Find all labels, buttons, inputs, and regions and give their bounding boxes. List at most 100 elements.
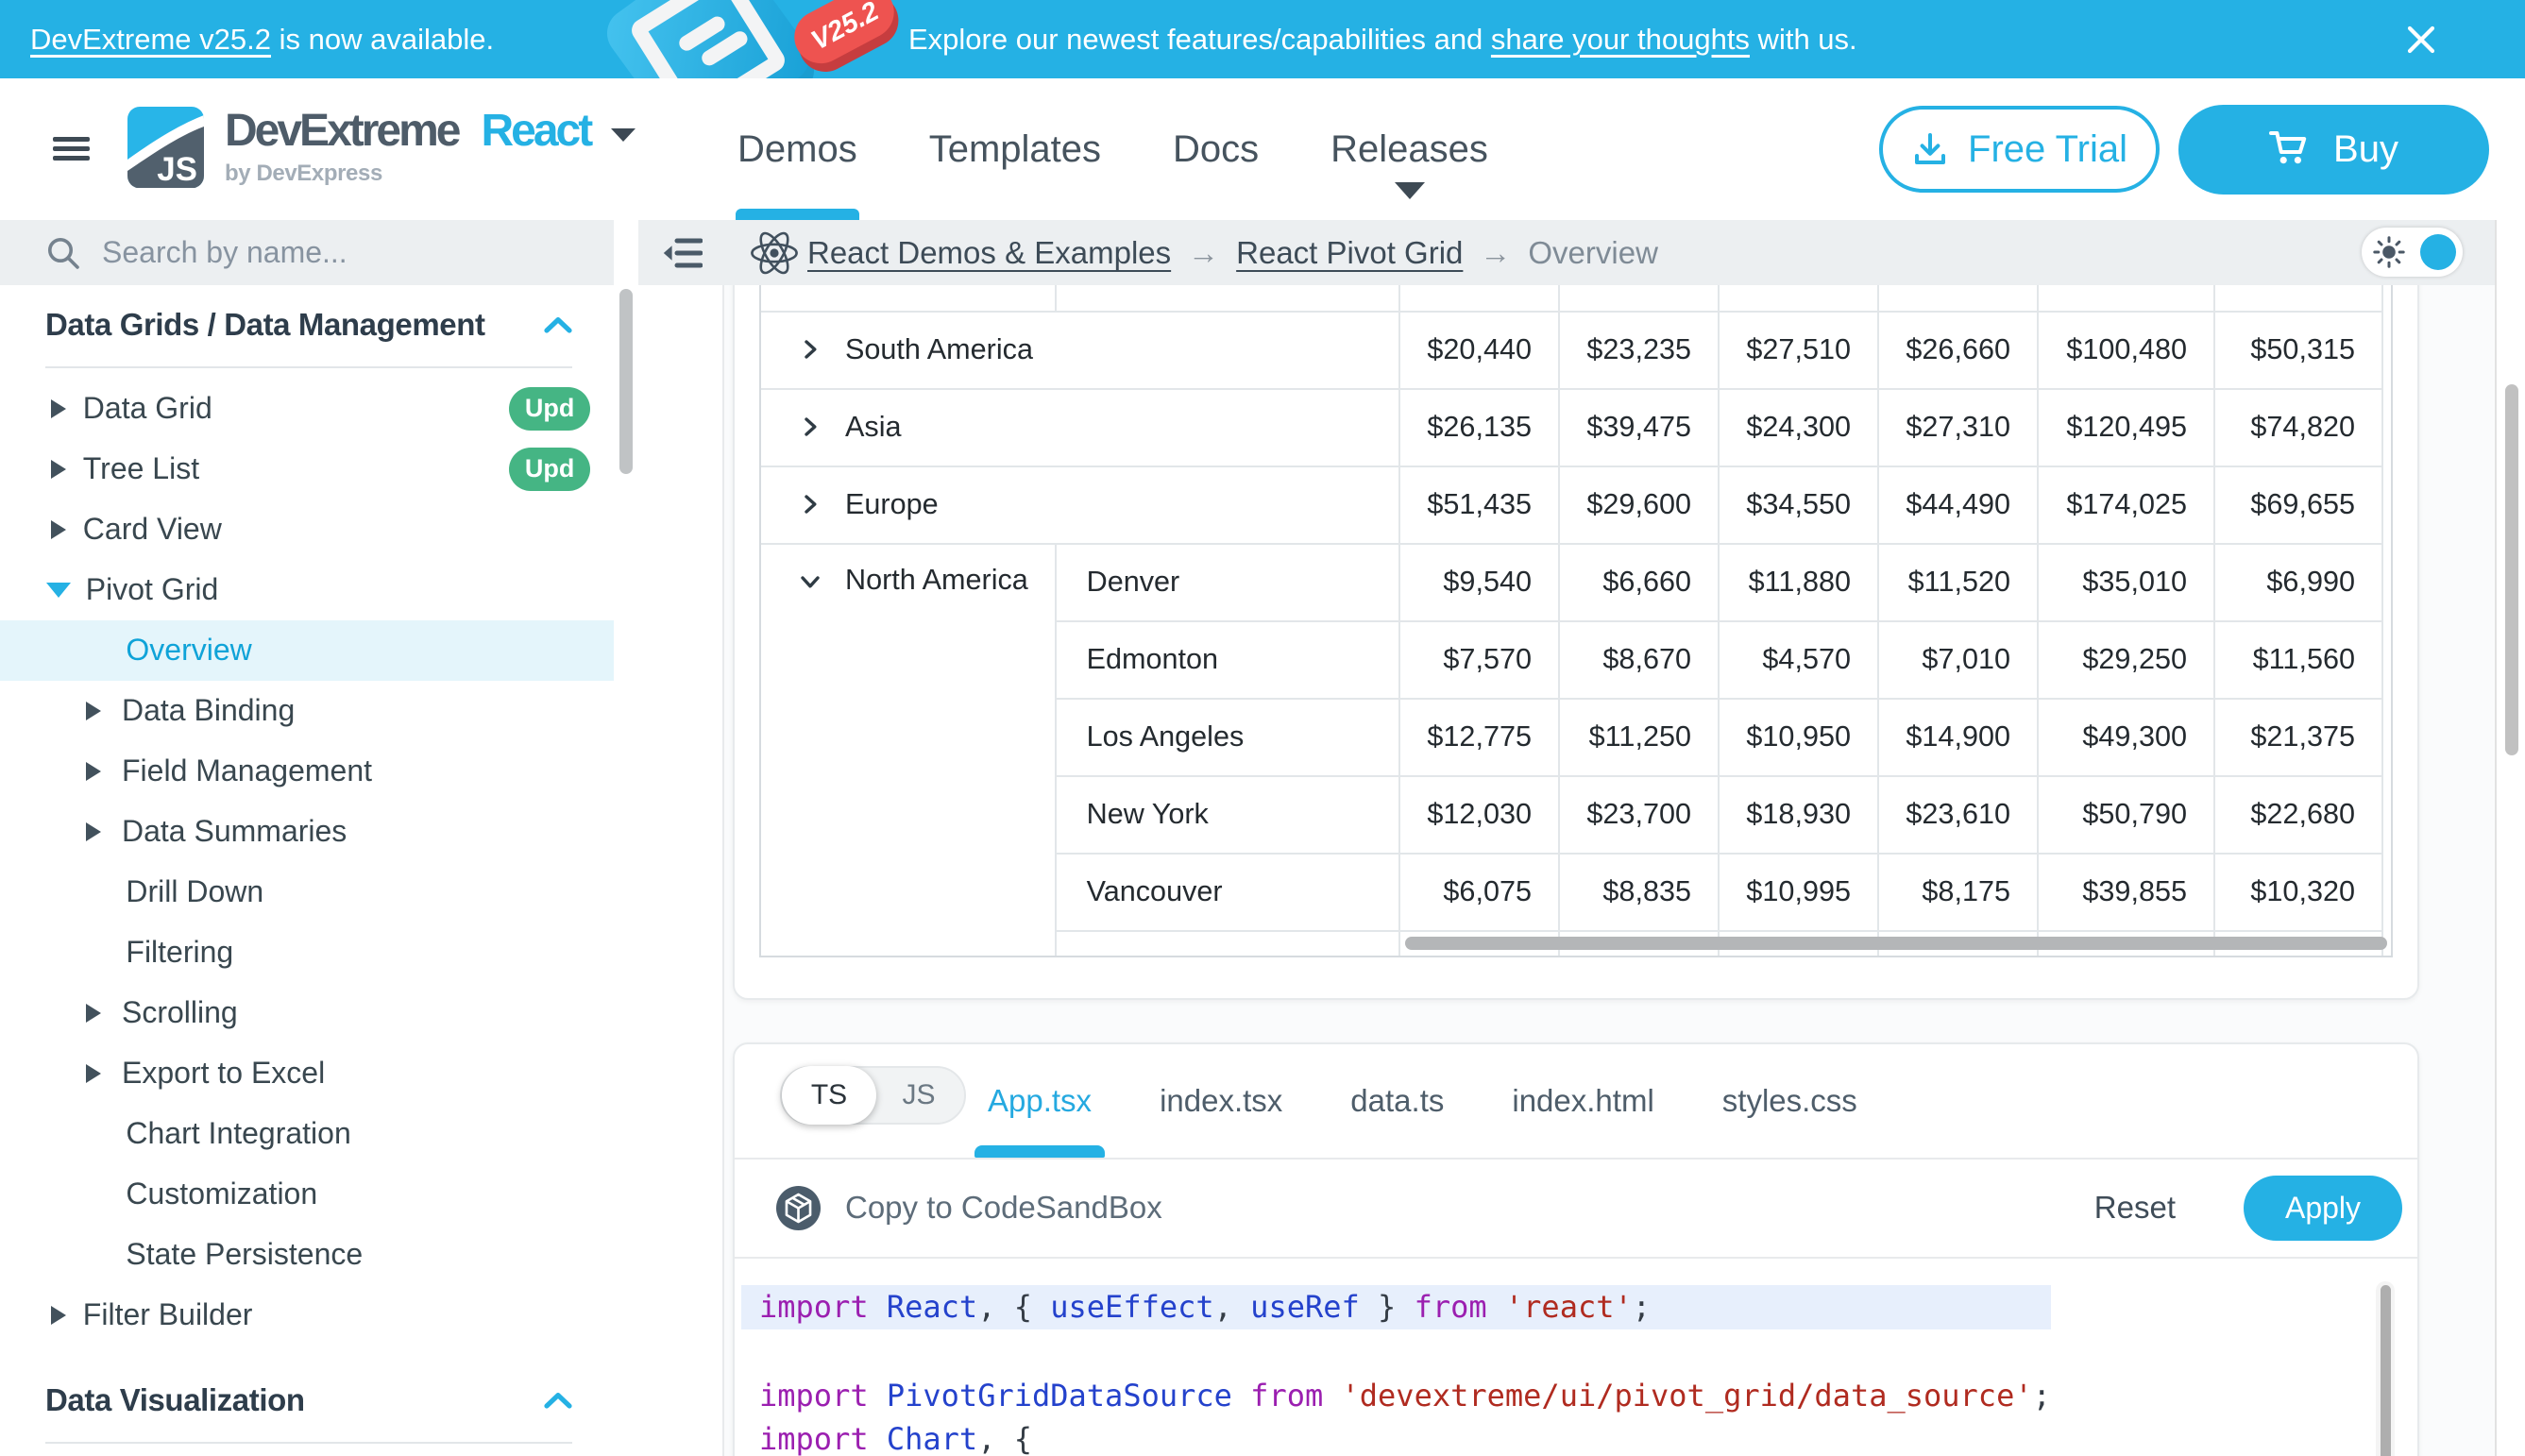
- pivot-city-header[interactable]: Denver: [1055, 543, 1398, 620]
- framework-caret-icon[interactable]: [611, 128, 635, 142]
- pivot-row-label: North America: [845, 564, 1028, 597]
- sidebar-item-data-binding[interactable]: Data Binding: [0, 681, 614, 741]
- breadcrumb-item: Overview: [1528, 235, 1658, 271]
- banner-share-link[interactable]: share your thoughts: [1491, 23, 1750, 57]
- codesandbox-icon: [776, 1186, 821, 1230]
- sun-icon: [2373, 236, 2405, 268]
- pivot-row-label: South America: [845, 333, 1033, 366]
- breadcrumb: React Demos & Examples→React Pivot Grid→…: [807, 235, 1658, 271]
- sidebar-item-customization[interactable]: Customization: [0, 1164, 614, 1225]
- pivot-city-header[interactable]: Los Angeles: [1055, 698, 1398, 775]
- pivot-data-cell: $44,490: [1877, 466, 2037, 543]
- sidebar-item-data-summaries[interactable]: Data Summaries: [0, 802, 614, 862]
- pivot-data-cell: $23,235: [1558, 311, 1718, 388]
- sidebar-item-chart-integration[interactable]: Chart Integration: [0, 1104, 614, 1164]
- pivot-row-header[interactable]: South America: [761, 311, 1398, 388]
- collapse-sidebar-icon: [661, 237, 703, 269]
- sidebar-item-overview[interactable]: Overview: [0, 620, 614, 681]
- copy-to-codesandbox-button[interactable]: Copy to CodeSandBox: [776, 1186, 1162, 1230]
- reset-button[interactable]: Reset: [2094, 1160, 2176, 1258]
- code-editor[interactable]: import React, { useEffect, useRef } from…: [737, 1259, 2415, 1456]
- chevron-up-icon: [544, 1392, 572, 1409]
- sidebar-item-card-view[interactable]: Card View: [0, 499, 614, 560]
- pivot-data-cell: $21,375: [2213, 698, 2381, 775]
- sidebar-splitter[interactable]: [638, 285, 724, 1456]
- sidebar-section-header[interactable]: Data Grids / Data Management: [45, 295, 572, 355]
- pivot-data-cell: $9,540: [1398, 543, 1558, 620]
- promo-banner: DevExtreme v25.2 is now available.: [0, 0, 2525, 78]
- pivot-city-label: New York: [1087, 798, 1209, 831]
- breadcrumb-bar: React Demos & Examples→React Pivot Grid→…: [638, 220, 2495, 285]
- brand-subtitle: by DevExpress: [225, 161, 635, 187]
- buy-button[interactable]: Buy: [2178, 105, 2489, 195]
- sidebar-item-field-management[interactable]: Field Management: [0, 741, 614, 802]
- row-collapsed-chevron-icon[interactable]: [799, 493, 822, 516]
- code-tab-data-ts[interactable]: data.ts: [1316, 1044, 1478, 1158]
- sidebar-item-tree-list[interactable]: Tree ListUpd: [0, 439, 614, 499]
- theme-toggle[interactable]: [2362, 228, 2463, 277]
- language-toggle[interactable]: TS JS: [780, 1066, 966, 1125]
- devextreme-logo[interactable]: JS: [127, 107, 204, 188]
- nav-releases[interactable]: Releases: [1330, 78, 1488, 220]
- breadcrumb-item[interactable]: React Demos & Examples: [807, 235, 1171, 271]
- sidebar-item-label: Export to Excel: [122, 1056, 325, 1091]
- banner-version-link[interactable]: DevExtreme v25.2: [30, 23, 271, 57]
- pivot-horizontal-scrollbar[interactable]: [1405, 937, 2387, 950]
- language-toggle-alt[interactable]: JS: [873, 1068, 964, 1123]
- sidebar-item-state-persistence[interactable]: State Persistence: [0, 1225, 614, 1285]
- sidebar-search[interactable]: [0, 220, 614, 285]
- theme-toggle-knob[interactable]: [2420, 234, 2456, 270]
- code-tab-index-html[interactable]: index.html: [1478, 1044, 1687, 1158]
- sidebar-collapse-button[interactable]: [638, 237, 724, 269]
- pivot-row-header[interactable]: North America: [761, 543, 1055, 957]
- banner-close-icon[interactable]: [2406, 25, 2436, 55]
- code-tab-app-tsx[interactable]: App.tsx: [954, 1044, 1126, 1158]
- pivot-data-cell: $50,315: [2213, 311, 2381, 388]
- sidebar-item-label: Tree List: [83, 451, 199, 486]
- sidebar-item-export-to-excel[interactable]: Export to Excel: [0, 1043, 614, 1104]
- pivot-data-cell: $6,660: [1558, 543, 1718, 620]
- pivot-row-header[interactable]: Asia: [761, 388, 1398, 466]
- nav-templates[interactable]: Templates: [929, 78, 1101, 220]
- pivot-city-header[interactable]: Edmonton: [1055, 620, 1398, 698]
- breadcrumb-item[interactable]: React Pivot Grid: [1236, 235, 1463, 271]
- active-nav-indicator: [736, 209, 859, 220]
- apply-button[interactable]: Apply: [2244, 1176, 2402, 1241]
- code-tab-index-tsx[interactable]: index.tsx: [1126, 1044, 1316, 1158]
- hamburger-menu-icon[interactable]: [53, 137, 90, 161]
- language-toggle-knob[interactable]: TS: [782, 1066, 876, 1125]
- page-scrollbar[interactable]: [2505, 384, 2518, 755]
- page: DevExtreme v25.2 is now available.: [0, 0, 2525, 1456]
- nav-demos[interactable]: Demos: [737, 78, 857, 220]
- brand[interactable]: DevExtreme React by DevExpress: [225, 105, 635, 187]
- nav-docs[interactable]: Docs: [1173, 78, 1259, 220]
- sidebar-item-filter-builder[interactable]: Filter Builder: [0, 1285, 614, 1346]
- sidebar-item-pivot-grid[interactable]: Pivot Grid: [0, 560, 614, 620]
- pivot-city-label: Edmonton: [1087, 643, 1218, 676]
- search-input[interactable]: [102, 235, 555, 270]
- pivot-data-cell: $27,510: [1718, 311, 1877, 388]
- pivot-data-cell: $7,570: [1398, 620, 1558, 698]
- sidebar-item-label: Filter Builder: [83, 1297, 253, 1332]
- sidebar-item-drill-down[interactable]: Drill Down: [0, 862, 614, 923]
- code-scrollbar[interactable]: [2381, 1285, 2391, 1456]
- code-tab-styles-css[interactable]: styles.css: [1688, 1044, 1891, 1158]
- pivot-data-cell: $20,440: [1398, 311, 1558, 388]
- sidebar-item-data-grid[interactable]: Data GridUpd: [0, 379, 614, 439]
- pivot-row-header[interactable]: Europe: [761, 466, 1398, 543]
- row-collapsed-chevron-icon[interactable]: [799, 415, 822, 438]
- pivot-data-cell: $6,075: [1398, 853, 1558, 930]
- sidebar-section-header[interactable]: Data Visualization: [45, 1370, 572, 1431]
- row-expanded-chevron-icon[interactable]: [799, 570, 822, 593]
- sidebar-item-filtering[interactable]: Filtering: [0, 923, 614, 983]
- pivot-city-header[interactable]: New York: [1055, 775, 1398, 853]
- free-trial-button[interactable]: Free Trial: [1879, 106, 2160, 193]
- collapsed-arrow-icon: [51, 520, 66, 539]
- code-tab-label: index.html: [1512, 1083, 1653, 1119]
- sidebar-scrollbar[interactable]: [619, 289, 633, 474]
- row-collapsed-chevron-icon[interactable]: [799, 338, 822, 361]
- pivot-city-header[interactable]: Vancouver: [1055, 853, 1398, 930]
- pivot-data-cell: $8,670: [1558, 620, 1718, 698]
- sidebar-item-scrolling[interactable]: Scrolling: [0, 983, 614, 1043]
- pivot-grid-line: [2381, 285, 2383, 957]
